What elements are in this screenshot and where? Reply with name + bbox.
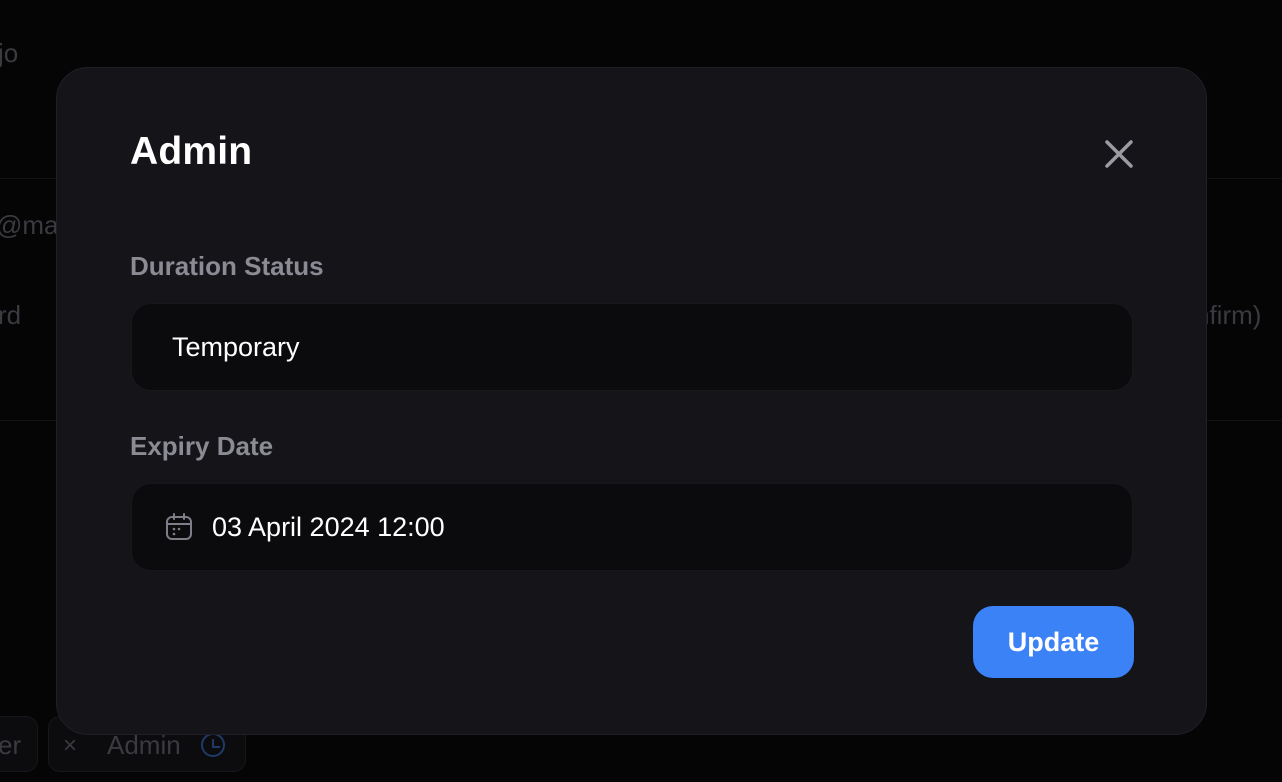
background-password-fragment: rd [0,300,22,330]
clock-icon [201,733,225,757]
expiry-date-picker[interactable]: 03 April 2024 12:00 [131,483,1133,571]
background-chip-label: er [0,730,22,760]
modal-title: Admin [130,130,253,173]
admin-role-modal: Admin Duration Status Temporary Expiry D… [56,67,1207,735]
background-email-fragment: @ma [0,210,59,240]
duration-status-label: Duration Status [130,251,324,281]
close-button[interactable] [1097,132,1141,176]
duration-status-select[interactable]: Temporary [131,303,1133,391]
calendar-icon [164,512,194,542]
update-button[interactable]: Update [973,606,1134,678]
background-name-fragment: jo [0,38,19,68]
expiry-date-label: Expiry Date [130,431,274,461]
expiry-date-value: 03 April 2024 12:00 [212,511,445,542]
duration-status-value: Temporary [172,331,300,362]
close-icon [1105,140,1133,168]
background-chip-remove-icon: × [63,732,78,759]
